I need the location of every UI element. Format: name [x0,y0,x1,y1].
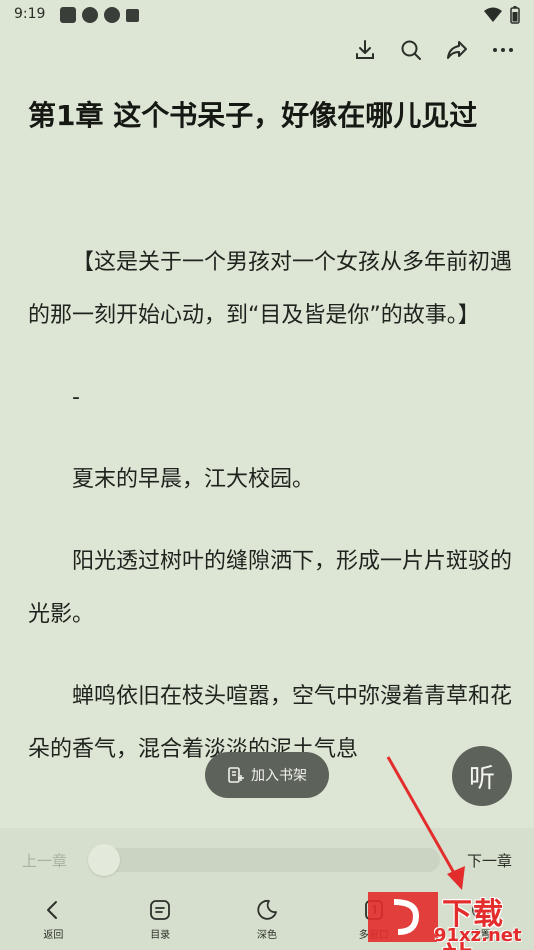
status-time: 9:19 [14,6,46,22]
more-icon [493,48,513,52]
paragraph: - [72,385,80,410]
photo-notification-icon [60,7,76,23]
add-to-bookshelf-label: 加入书架 [251,768,307,784]
chapter-progress-slider[interactable] [92,848,440,872]
prev-chapter-button[interactable]: 上一章 [22,850,67,871]
app-notification-icon-2 [104,7,120,23]
chapter-title: 第1章 这个书呆子，好像在哪儿见过 [28,99,478,132]
notification-icons [60,7,139,23]
nav-catalog-label: 目录 [150,930,171,941]
status-bar: 9:19 [0,0,534,30]
catalog-icon [150,900,171,920]
share-icon [447,41,467,59]
moon-icon [257,899,277,920]
nav-dark-mode[interactable]: 深色 [214,898,321,941]
slider-handle[interactable] [88,844,120,876]
status-right [484,6,520,24]
app-notification-icon [82,7,98,23]
watermark-url: 91xz.net [434,925,522,946]
add-to-bookshelf-button[interactable]: 加入书架 [205,752,329,798]
battery-icon [510,6,520,24]
next-chapter-button[interactable]: 下一章 [467,850,512,871]
reader-toolbar [354,38,514,62]
nav-dark-mode-label: 深色 [256,930,277,941]
paragraph: 【这是关于一个男孩对一个女孩从多年前初遇的那一刻开始心动，到“目及皆是你”的故事… [28,250,513,328]
a-notification-icon [126,9,139,22]
download-icon [356,40,374,59]
share-button[interactable] [446,38,468,62]
nav-catalog[interactable]: 目录 [107,898,214,941]
download-button[interactable] [354,38,376,62]
reading-content[interactable]: 【这是关于一个男孩对一个女孩从多年前初遇的那一刻开始心动，到“目及皆是你”的故事… [28,236,514,805]
nav-back-label: 返回 [43,930,64,941]
more-button[interactable] [492,38,514,62]
bookshelf-add-icon [228,767,244,783]
search-icon [401,40,421,60]
nav-back[interactable]: 返回 [0,898,107,941]
back-icon [47,901,58,919]
search-button[interactable] [400,38,422,62]
paragraph: 阳光透过树叶的缝隙洒下，形成一片片斑驳的光影。 [28,549,513,627]
paragraph: 夏末的早晨，江大校园。 [72,467,315,492]
wifi-icon [484,7,502,22]
listen-button[interactable]: 听 [452,746,512,806]
